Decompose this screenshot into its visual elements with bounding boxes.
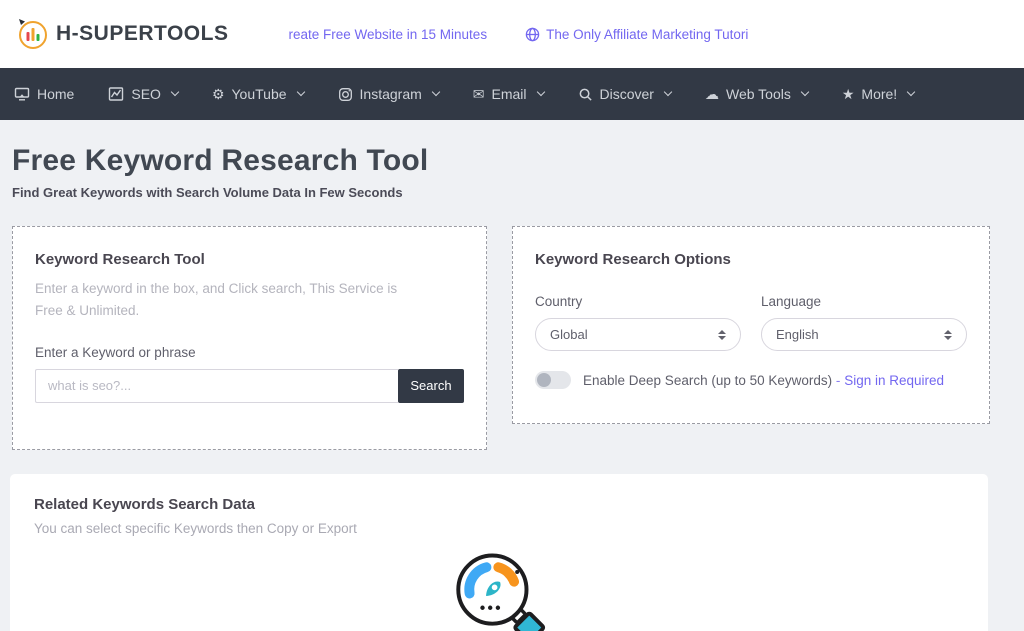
nav-item-label: Web Tools bbox=[726, 86, 791, 102]
nav-item-home[interactable]: Home bbox=[14, 86, 74, 102]
header-link-label: reate Free Website in 15 Minutes bbox=[288, 27, 487, 42]
gauge-magnifier-illustration bbox=[444, 550, 554, 631]
country-field: Country Global bbox=[535, 294, 741, 351]
nav-item-email[interactable]: ✉ Email bbox=[473, 86, 544, 102]
select-arrows-icon bbox=[944, 330, 952, 340]
keyword-input[interactable] bbox=[35, 369, 398, 403]
search-button[interactable]: Search bbox=[398, 369, 464, 403]
gear-icon: ⚙ bbox=[212, 87, 225, 101]
select-arrows-icon bbox=[718, 330, 726, 340]
nav-item-label: Home bbox=[37, 86, 74, 102]
nav-item-label: YouTube bbox=[232, 86, 287, 102]
chevron-down-icon bbox=[536, 88, 544, 96]
envelope-icon: ✉ bbox=[473, 87, 485, 101]
chevron-down-icon bbox=[907, 88, 915, 96]
search-icon bbox=[578, 87, 593, 102]
panel-title: Keyword Research Options bbox=[535, 251, 967, 268]
keyword-input-label: Enter a Keyword or phrase bbox=[35, 345, 464, 360]
cloud-icon: ☁ bbox=[705, 87, 719, 101]
header-link-create-website[interactable]: reate Free Website in 15 Minutes bbox=[288, 27, 487, 42]
chevron-down-icon bbox=[296, 88, 304, 96]
keyword-research-options-panel: Keyword Research Options Country Global … bbox=[512, 226, 990, 424]
language-select[interactable]: English bbox=[761, 318, 967, 351]
nav-item-web-tools[interactable]: ☁ Web Tools bbox=[705, 86, 808, 102]
top-header: H-SUPERTOOLS reate Free Website in 15 Mi… bbox=[0, 0, 1024, 68]
nav-item-label: Instagram bbox=[360, 86, 422, 102]
language-label: Language bbox=[761, 294, 967, 309]
country-label: Country bbox=[535, 294, 741, 309]
page-subtitle: Find Great Keywords with Search Volume D… bbox=[12, 185, 1012, 200]
hero: Free Keyword Research Tool Find Great Ke… bbox=[0, 120, 1024, 200]
results-title: Related Keywords Search Data bbox=[34, 496, 964, 513]
country-selected-value: Global bbox=[550, 327, 588, 342]
deep-search-toggle[interactable] bbox=[535, 371, 571, 389]
header-links: reate Free Website in 15 Minutes The Onl… bbox=[288, 27, 748, 42]
monitor-icon bbox=[14, 86, 30, 102]
header-link-label: The Only Affiliate Marketing Tutori bbox=[546, 27, 748, 42]
chevron-down-icon bbox=[801, 88, 809, 96]
page-title: Free Keyword Research Tool bbox=[12, 144, 1012, 178]
logo-text: H-SUPERTOOLS bbox=[56, 22, 228, 46]
nav-item-instagram[interactable]: Instagram bbox=[338, 86, 439, 102]
language-field: Language English bbox=[761, 294, 967, 351]
nav-item-youtube[interactable]: ⚙ YouTube bbox=[212, 86, 304, 102]
sign-in-link[interactable]: Sign in Required bbox=[844, 373, 944, 388]
panel-title: Keyword Research Tool bbox=[35, 251, 464, 268]
results-subtitle: You can select specific Keywords then Co… bbox=[34, 521, 964, 536]
keyword-research-tool-panel: Keyword Research Tool Enter a keyword in… bbox=[12, 226, 487, 450]
globe-icon bbox=[525, 27, 540, 42]
country-select[interactable]: Global bbox=[535, 318, 741, 351]
star-icon: ★ bbox=[842, 87, 855, 101]
toggle-knob bbox=[537, 373, 551, 387]
nav-item-discover[interactable]: Discover bbox=[578, 86, 671, 102]
logo[interactable]: H-SUPERTOOLS bbox=[16, 17, 228, 51]
nav-item-seo[interactable]: SEO bbox=[108, 86, 178, 102]
related-keywords-card: Related Keywords Search Data You can sel… bbox=[10, 474, 988, 631]
options-grid: Country Global Language English bbox=[535, 294, 967, 351]
logo-chart-icon bbox=[16, 17, 50, 51]
main-navigation: Home SEO ⚙ YouTube Instagram ✉ Email bbox=[0, 68, 1024, 120]
nav-item-label: SEO bbox=[131, 86, 161, 102]
separator: - bbox=[836, 373, 841, 388]
nav-item-label: Discover bbox=[600, 86, 654, 102]
search-row: Search bbox=[35, 369, 464, 403]
nav-item-more[interactable]: ★ More! bbox=[842, 86, 914, 102]
language-selected-value: English bbox=[776, 327, 819, 342]
chevron-down-icon bbox=[432, 88, 440, 96]
deep-search-label: Enable Deep Search (up to 50 Keywords) bbox=[583, 373, 832, 388]
nav-item-label: Email bbox=[492, 86, 527, 102]
instagram-icon bbox=[338, 87, 353, 102]
chevron-down-icon bbox=[171, 88, 179, 96]
panels-row: Keyword Research Tool Enter a keyword in… bbox=[0, 226, 1024, 450]
panel-description: Enter a keyword in the box, and Click se… bbox=[35, 278, 405, 323]
chevron-down-icon bbox=[664, 88, 672, 96]
header-link-affiliate-tutorial[interactable]: The Only Affiliate Marketing Tutori bbox=[525, 27, 748, 42]
line-chart-icon bbox=[108, 86, 124, 102]
nav-item-label: More! bbox=[861, 86, 897, 102]
deep-search-row: Enable Deep Search (up to 50 Keywords) -… bbox=[535, 371, 967, 389]
